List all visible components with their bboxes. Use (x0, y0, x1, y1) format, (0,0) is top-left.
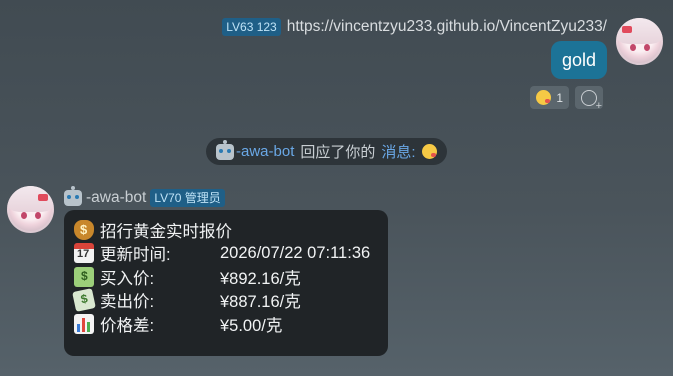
admin-level-badge: LV70 管理员 (150, 189, 225, 207)
quote-row-sell-price: 卖出价: ¥887.16/克 (72, 288, 378, 313)
row-value: 2026/07/22 07:11:36 (220, 243, 371, 262)
money-with-wings-icon (72, 288, 96, 313)
money-bag-icon (74, 219, 94, 240)
reaction-chip[interactable]: 1 (530, 86, 569, 109)
add-reaction-button[interactable] (575, 86, 603, 112)
bot-message-bubble[interactable]: 招行黄金实时报价 更新时间: 2026/07/22 07:11:36 买入价: … (64, 210, 388, 356)
notice-bot-name[interactable]: -awa-bot (236, 143, 294, 160)
reaction-notice: -awa-bot 回应了你的 消息: (206, 138, 447, 165)
reaction-count: 1 (556, 90, 563, 105)
bot-message-header: -awa-bot LV70 管理员 (64, 186, 225, 209)
yum-face-emoji-icon (421, 144, 437, 159)
dollar-banknote-icon (74, 266, 94, 287)
row-label: 买入价: (100, 269, 155, 288)
bot-avatar[interactable] (7, 186, 54, 233)
quote-title: 招行黄金实时报价 (100, 222, 232, 241)
reaction-bar: 1 (530, 86, 603, 112)
quote-row-spread: 价格差: ¥5.00/克 (74, 312, 378, 336)
bot-sender-name[interactable]: -awa-bot (86, 189, 146, 207)
calendar-icon (74, 243, 94, 264)
notice-message-link[interactable]: 消息: (381, 141, 415, 162)
quote-row-buy-price: 买入价: ¥892.16/克 (74, 265, 378, 289)
row-label: 更新时间: (100, 246, 171, 265)
yum-face-emoji-icon (536, 90, 552, 105)
row-value: ¥887.16/克 (220, 293, 301, 312)
self-message-header: LV63 123 https://vincentzyu233.github.io… (222, 17, 607, 37)
quote-title-row: 招行黄金实时报价 (74, 218, 378, 242)
row-value: ¥5.00/克 (220, 316, 283, 335)
row-label: 价格差: (100, 316, 155, 335)
row-value: ¥892.16/克 (220, 269, 301, 288)
robot-icon (216, 139, 234, 160)
level-badge: LV63 123 (222, 18, 281, 36)
bar-chart-icon (74, 313, 94, 334)
row-label: 卖出价: (100, 293, 155, 312)
quote-row-update-time: 更新时间: 2026/07/22 07:11:36 (74, 242, 378, 266)
self-avatar[interactable] (616, 18, 663, 65)
sender-name[interactable]: https://vincentzyu233.github.io/VincentZ… (287, 18, 607, 36)
robot-icon (64, 186, 82, 206)
self-message-bubble[interactable]: gold (550, 41, 607, 79)
add-reaction-icon (581, 89, 602, 112)
notice-text: 回应了你的 (300, 144, 376, 161)
